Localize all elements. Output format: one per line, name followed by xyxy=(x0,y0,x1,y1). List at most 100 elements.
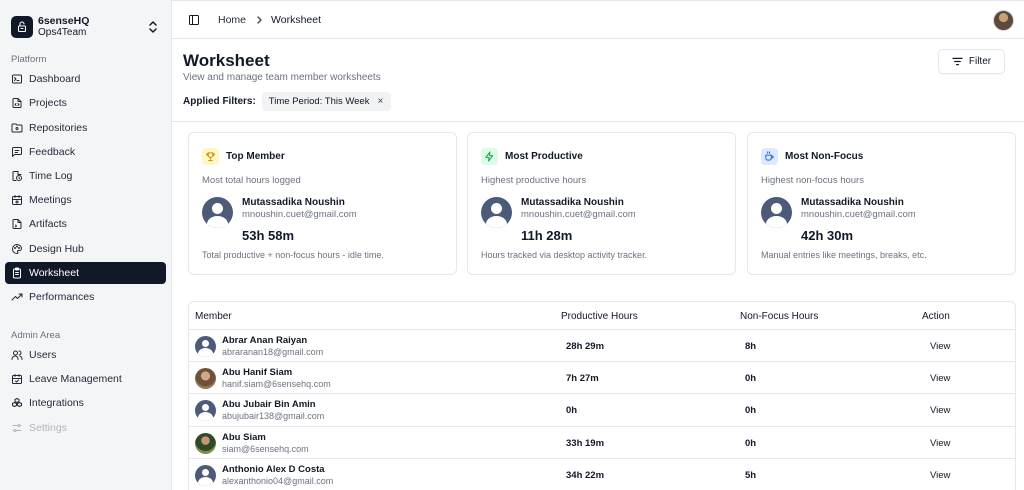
nonfocus-hours: 0h xyxy=(745,405,757,417)
clipboard-list-icon xyxy=(11,267,23,279)
filter-button[interactable]: Filter xyxy=(938,49,1005,74)
palette-icon xyxy=(11,243,23,255)
view-link[interactable]: View xyxy=(930,470,950,481)
sidebar-item-integrations[interactable]: Integrations xyxy=(5,392,166,414)
avatar xyxy=(195,432,216,454)
member-name: Anthonio Alex D Costa xyxy=(222,463,325,475)
users-icon xyxy=(11,349,23,361)
stat-card-most-productive: Most Productive Highest productive hours… xyxy=(467,132,736,275)
applied-filters: Applied Filters: Time Period: This Week … xyxy=(183,92,392,111)
sidebar-item-label: Projects xyxy=(29,97,67,110)
sidebar-item-performances[interactable]: Performances xyxy=(5,286,166,308)
avatar xyxy=(195,400,216,422)
page-subtitle: View and manage team member worksheets xyxy=(183,72,381,83)
column-header-nonfocus: Non-Focus Hours xyxy=(740,311,819,322)
sidebar-toggle-icon[interactable] xyxy=(188,14,200,26)
nonfocus-hours: 0h xyxy=(745,373,757,385)
avatar xyxy=(195,336,216,357)
breadcrumb-home[interactable]: Home xyxy=(218,14,246,26)
sidebar-item-label: Worksheet xyxy=(29,266,79,279)
file-code-icon xyxy=(11,218,23,230)
stat-card-top-member: Top Member Most total hours logged Mutas… xyxy=(188,132,457,275)
worksheet-table: Member Productive Hours Non-Focus Hours … xyxy=(188,301,1016,490)
message-square-icon xyxy=(11,146,23,158)
member-name: Mutassadika Noushin xyxy=(801,197,904,208)
sidebar-item-label: Artifacts xyxy=(29,218,67,231)
sidebar-item-meetings[interactable]: Meetings xyxy=(5,189,166,211)
card-description: Highest non-focus hours xyxy=(761,175,864,186)
table-row: Abu Jubair Bin Amin abujubair138@gmail.c… xyxy=(189,394,1015,427)
calendar-cog-icon xyxy=(11,194,23,206)
code-file-icon xyxy=(11,97,23,109)
nonfocus-hours: 5h xyxy=(745,469,757,481)
folder-git-icon xyxy=(11,122,23,134)
team-switcher[interactable]: 6senseHQ Ops4Team xyxy=(0,0,171,44)
member-email: mnoushin.cuet@gmail.com xyxy=(242,209,357,220)
team-logo-icon xyxy=(11,16,33,38)
view-link[interactable]: View xyxy=(930,373,950,384)
sidebar-item-label: Performances xyxy=(29,290,95,303)
member-email: alexanthonio04@gmail.com xyxy=(222,475,334,486)
view-link[interactable]: View xyxy=(930,405,950,416)
sidebar-item-worksheet[interactable]: Worksheet xyxy=(5,261,166,284)
sidebar-item-users[interactable]: Users xyxy=(5,344,166,366)
terminal-icon xyxy=(11,73,23,85)
avatar xyxy=(195,464,216,486)
sidebar-item-label: Settings xyxy=(29,421,67,434)
admin-section-label: Admin Area xyxy=(11,329,61,341)
sidebar-item-artifacts[interactable]: Artifacts xyxy=(5,213,166,235)
member-name: Abu Jubair Bin Amin xyxy=(222,399,316,411)
sidebar-item-time-log[interactable]: Time Log xyxy=(5,165,166,187)
table-row: Abu Siam siam@6sensehq.com 33h 19m 0h Vi… xyxy=(189,427,1015,459)
nonfocus-hours: 8h xyxy=(745,341,757,352)
member-email: mnoushin.cuet@gmail.com xyxy=(521,209,636,220)
member-email: siam@6sensehq.com xyxy=(222,443,309,454)
member-email: mnoushin.cuet@gmail.com xyxy=(801,209,916,220)
productive-hours: 28h 29m xyxy=(566,341,605,352)
member-name: Mutassadika Noushin xyxy=(242,197,345,208)
card-title: Most Productive xyxy=(505,151,583,162)
table-row: Anthonio Alex D Costa alexanthonio04@gma… xyxy=(189,459,1015,490)
sidebar-item-settings[interactable]: Settings xyxy=(5,417,166,439)
applied-filters-label: Applied Filters: xyxy=(183,96,256,107)
table-row: Abu Hanif Siam hanif.siam@6sensehq.com 7… xyxy=(189,362,1015,395)
sidebar-item-label: Repositories xyxy=(29,121,88,134)
stat-value: 53h 58m xyxy=(242,228,295,243)
chevron-right-icon xyxy=(255,15,263,24)
member-name: Abu Siam xyxy=(222,431,266,443)
sidebar-item-repositories[interactable]: Repositories xyxy=(5,117,166,139)
column-header-productive: Productive Hours xyxy=(561,311,638,322)
stat-value: 42h 30m xyxy=(801,228,854,243)
view-link[interactable]: View xyxy=(930,438,950,449)
sidebar-item-label: Dashboard xyxy=(29,73,81,86)
sidebar-item-label: Leave Management xyxy=(29,373,122,386)
chevrons-up-down-icon[interactable] xyxy=(147,20,159,34)
table-header: Member Productive Hours Non-Focus Hours … xyxy=(189,302,1015,330)
user-avatar[interactable] xyxy=(993,10,1014,31)
stat-value: 11h 28m xyxy=(521,228,573,243)
trending-up-icon xyxy=(11,291,23,303)
member-email: abujubair138@gmail.com xyxy=(222,411,325,422)
sidebar-item-feedback[interactable]: Feedback xyxy=(5,141,166,163)
filter-button-label: Filter xyxy=(968,56,992,67)
card-footnote: Hours tracked via desktop activity track… xyxy=(481,250,648,260)
column-header-action: Action xyxy=(922,311,950,322)
view-link[interactable]: View xyxy=(930,341,950,352)
sidebar-item-label: Integrations xyxy=(29,397,84,410)
platform-section-label: Platform xyxy=(11,54,47,65)
close-icon[interactable]: × xyxy=(377,96,383,107)
sidebar-item-dashboard[interactable]: Dashboard xyxy=(5,68,166,90)
avatar xyxy=(481,197,512,228)
calendar-check-icon xyxy=(11,373,23,385)
page-title: Worksheet xyxy=(183,51,270,70)
sidebar-item-projects[interactable]: Projects xyxy=(5,92,166,114)
sidebar-item-design-hub[interactable]: Design Hub xyxy=(5,238,166,260)
productive-hours: 0h xyxy=(566,405,578,417)
member-name: Abu Hanif Siam xyxy=(222,367,293,379)
card-title: Most Non-Focus xyxy=(785,151,864,162)
sidebar-item-leave-management[interactable]: Leave Management xyxy=(5,368,166,390)
column-header-member: Member xyxy=(195,311,232,322)
member-email: abraranan18@gmail.com xyxy=(222,347,324,357)
filter-icon xyxy=(952,57,969,66)
breadcrumb-current: Worksheet xyxy=(271,13,322,26)
